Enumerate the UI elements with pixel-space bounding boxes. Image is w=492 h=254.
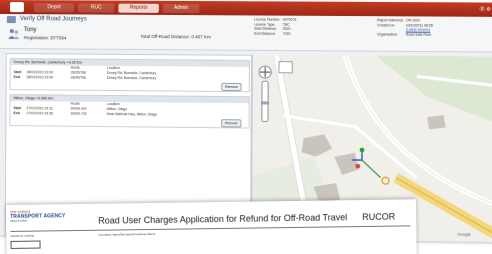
map-zoom-control[interactable]: [258, 65, 273, 126]
journey-header: Verify Off Road Journeys Tony Registrati…: [0, 14, 492, 53]
report-details: Report reference: OR 2020 Created on: 23/1…: [377, 18, 433, 37]
trip-card[interactable]: Dovey Rd, Burnside, Canterbury +0.26 Km …: [10, 58, 250, 92]
back-icon[interactable]: [7, 16, 16, 23]
trip-card[interactable]: Milton, Otago +0.065 Km Route Location S…: [9, 94, 249, 128]
total-distance: Total Off-Road Distance: 0.467 Km: [140, 34, 210, 39]
remove-button[interactable]: Remove: [221, 83, 241, 91]
nzta-logo: new zealand TRANSPORT AGENCY WAKA KOTAHI: [10, 209, 68, 223]
company-name-label: Company name/Surname/Customer Name: [98, 232, 155, 237]
trip-end-row: End 28/01/2010 23:00 28/05/766 Dovey Rd,…: [11, 75, 249, 82]
user-settings-icons[interactable]: Ⓡ ⚙: [480, 6, 491, 15]
app-logo-icon[interactable]: [10, 2, 24, 12]
tab-admin[interactable]: Admin: [163, 4, 200, 13]
document-title: Road User Charges Application for Refund…: [98, 212, 347, 225]
refund-application-document: new zealand TRANSPORT AGENCY WAKA KOTAHI…: [6, 199, 417, 254]
registration: Registration: EFT564: [24, 35, 67, 40]
customer-number-label: Customer number: [10, 234, 34, 238]
tab-ruc[interactable]: RUC: [78, 3, 114, 12]
trip-end-row: End 27/01/2010 19:35 20093.724 Near Waih…: [10, 111, 248, 118]
map-layers-icon[interactable]: [278, 61, 292, 73]
map-attribution: Google: [457, 231, 471, 236]
document-divider: [10, 225, 410, 232]
remove-button[interactable]: Remove: [221, 119, 241, 127]
document-code: RUCOR: [362, 212, 395, 222]
tab-depot[interactable]: Depot: [34, 3, 74, 12]
screenshot-stage: Depot RUC Reports Admin Ⓡ ⚙ Verify Off R…: [0, 0, 492, 254]
page-title: Verify Off Road Journeys: [20, 16, 87, 22]
customer-number-field: [11, 241, 41, 249]
tab-reports[interactable]: Reports: [118, 4, 158, 13]
licence-details: Licence Number: 0070076 Licence Type: TBC …: [254, 17, 296, 36]
driver-name: Tony: [24, 27, 37, 33]
driver-avatar-icon: [8, 28, 20, 40]
